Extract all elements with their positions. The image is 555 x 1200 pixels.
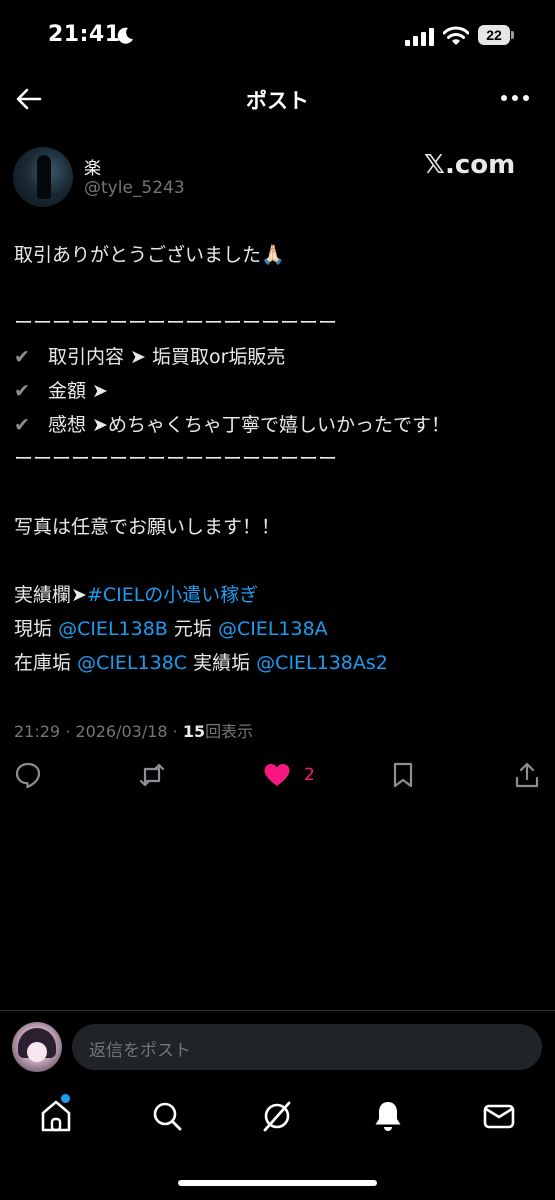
grok-icon[interactable] bbox=[260, 1098, 294, 1134]
battery-level: 22 bbox=[478, 25, 510, 45]
reply-input[interactable]: 返信をポスト bbox=[72, 1024, 542, 1070]
check-item-text: 金額 ➤ bbox=[48, 380, 108, 402]
more-options-icon[interactable] bbox=[500, 92, 530, 104]
check-item: ✔ 取引内容 ➤ 垢買取or垢販売 bbox=[14, 340, 542, 374]
like-heart-icon[interactable] bbox=[262, 760, 292, 790]
repost-icon[interactable] bbox=[137, 760, 167, 790]
share-icon[interactable] bbox=[512, 760, 542, 790]
record-label: 実績欄➤ bbox=[14, 584, 87, 606]
wifi-icon bbox=[443, 26, 469, 45]
account-line: 現垢 @CIEL138B 元垢 @CIEL138A bbox=[14, 612, 542, 646]
view-count: 15 bbox=[182, 722, 206, 741]
post-time[interactable]: 21:29 bbox=[14, 722, 60, 741]
mention-link[interactable]: @CIEL138B bbox=[58, 618, 168, 640]
post-line-thanks: 取引ありがとうございました🙏🏻 bbox=[14, 244, 285, 266]
post-photo-note: 写真は任意でお願いします！！ bbox=[14, 516, 281, 538]
check-icon: ✔ bbox=[14, 346, 30, 368]
check-item: ✔ 金額 ➤ bbox=[14, 374, 542, 408]
post-divider-top: ーーーーーーーーーーーーーーーーー bbox=[14, 312, 338, 334]
check-icon: ✔ bbox=[14, 380, 30, 402]
stock-label: 在庫垢 bbox=[14, 652, 72, 674]
post-divider-bottom: ーーーーーーーーーーーーーーーーー bbox=[14, 448, 338, 470]
author-handle[interactable]: @tyle_5243 bbox=[84, 178, 185, 198]
check-icon: ✔ bbox=[14, 414, 30, 436]
reply-divider bbox=[0, 1010, 555, 1011]
messages-icon[interactable] bbox=[482, 1098, 516, 1134]
hashtag-link[interactable]: #CIELの小遣い稼ぎ bbox=[87, 584, 258, 606]
reply-icon[interactable] bbox=[13, 760, 43, 790]
post-text: 取引ありがとうございました🙏🏻 ーーーーーーーーーーーーーーーーー ✔ 取引内容 … bbox=[14, 238, 542, 680]
notifications-bell-icon[interactable] bbox=[371, 1098, 405, 1134]
search-icon[interactable] bbox=[150, 1098, 184, 1134]
author-avatar[interactable] bbox=[13, 147, 73, 207]
battery-indicator: 22 bbox=[478, 25, 516, 47]
check-item-text: 取引内容 ➤ 垢買取or垢販売 bbox=[48, 346, 286, 368]
current-label: 現垢 bbox=[14, 618, 53, 640]
user-avatar bbox=[12, 1022, 62, 1072]
mention-link[interactable]: @CIEL138A bbox=[218, 618, 328, 640]
reply-placeholder: 返信をポスト bbox=[89, 1041, 191, 1061]
status-time: 21:41 bbox=[48, 22, 121, 47]
home-indicator bbox=[178, 1180, 377, 1186]
post-date[interactable]: 2026/03/18 bbox=[75, 722, 167, 741]
track-label: 実績垢 bbox=[193, 652, 251, 674]
author-display-name[interactable]: 楽 bbox=[84, 154, 101, 179]
like-count: 2 bbox=[304, 765, 315, 785]
bookmark-icon[interactable] bbox=[388, 760, 418, 790]
moon-icon bbox=[117, 27, 133, 44]
record-line: 実績欄➤#CIELの小遣い稼ぎ bbox=[14, 578, 542, 612]
account-line: 在庫垢 @CIEL138C 実績垢 @CIEL138As2 bbox=[14, 646, 542, 680]
check-item-text: 感想 ➤めちゃくちゃ丁寧で嬉しいかったです！ bbox=[48, 414, 450, 436]
view-count-label: 回表示 bbox=[205, 722, 254, 741]
page-title: ポスト bbox=[246, 89, 309, 113]
signal-icon bbox=[405, 28, 434, 46]
home-icon[interactable] bbox=[39, 1098, 73, 1134]
post-meta: 21:29 · 2026/03/18 · 15回表示 bbox=[14, 722, 254, 741]
x-watermark: 𝕏.com bbox=[424, 150, 516, 180]
mention-link[interactable]: @CIEL138As2 bbox=[256, 652, 388, 674]
check-item: ✔ 感想 ➤めちゃくちゃ丁寧で嬉しいかったです！ bbox=[14, 408, 542, 442]
mention-link[interactable]: @CIEL138C bbox=[77, 652, 187, 674]
former-label: 元垢 bbox=[173, 618, 212, 640]
home-notification-dot bbox=[61, 1094, 70, 1103]
